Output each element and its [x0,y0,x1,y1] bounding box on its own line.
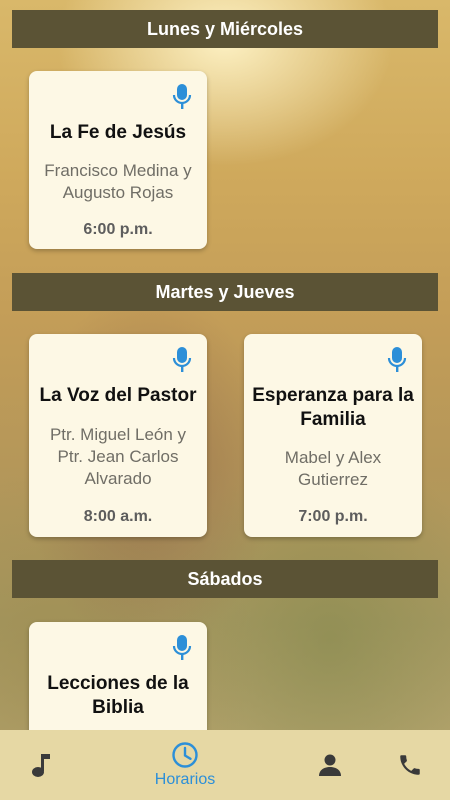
program-title: Esperanza para la Familia [252,385,414,430]
program-card-la-fe-de-jesus[interactable]: La Fe de Jesús Francisco Medina y August… [29,71,207,249]
phone-icon [400,755,420,775]
section-header-martes-jueves: Martes y Jueves [12,273,438,311]
program-time: 6:00 p.m. [83,221,153,238]
bottom-tab-bar: Horarios [0,730,450,800]
program-title: Lecciones de la Biblia [47,673,189,718]
microphone-icon[interactable] [386,346,408,374]
person-icon [319,754,341,776]
program-time: 7:00 p.m. [298,508,368,525]
program-title: La Fe de Jesús [49,122,187,143]
microphone-icon[interactable] [171,634,193,662]
tab-music[interactable] [18,730,62,800]
tab-horarios[interactable]: Horarios [140,730,230,800]
program-hosts: Ptr. Miguel León y Ptr. Jean Carlos Alva… [49,425,187,488]
program-card-esperanza-para-la-familia[interactable]: Esperanza para la Familia Mabel y Alex G… [244,334,422,537]
microphone-icon[interactable] [171,346,193,374]
clock-icon [172,742,198,768]
tab-contact[interactable] [388,730,432,800]
section-header-lunes-miercoles: Lunes y Miércoles [12,10,438,48]
section-title: Lunes y Miércoles [146,18,304,39]
section-header-sabados: Sábados [12,560,438,598]
program-hosts: Mabel y Alex Gutierrez [284,448,382,489]
music-note-icon [32,754,50,777]
program-hosts: Francisco Medina y Augusto Rojas [44,161,192,202]
program-title: La Voz del Pastor [39,385,197,406]
program-time: 8:00 a.m. [83,508,153,525]
section-title: Martes y Jueves [155,281,295,302]
tab-profile[interactable] [308,730,352,800]
tab-horarios-label: Horarios [154,771,216,788]
microphone-icon[interactable] [171,83,193,111]
program-card-la-voz-del-pastor[interactable]: La Voz del Pastor Ptr. Miguel León y Ptr… [29,334,207,537]
section-title: Sábados [187,568,263,589]
